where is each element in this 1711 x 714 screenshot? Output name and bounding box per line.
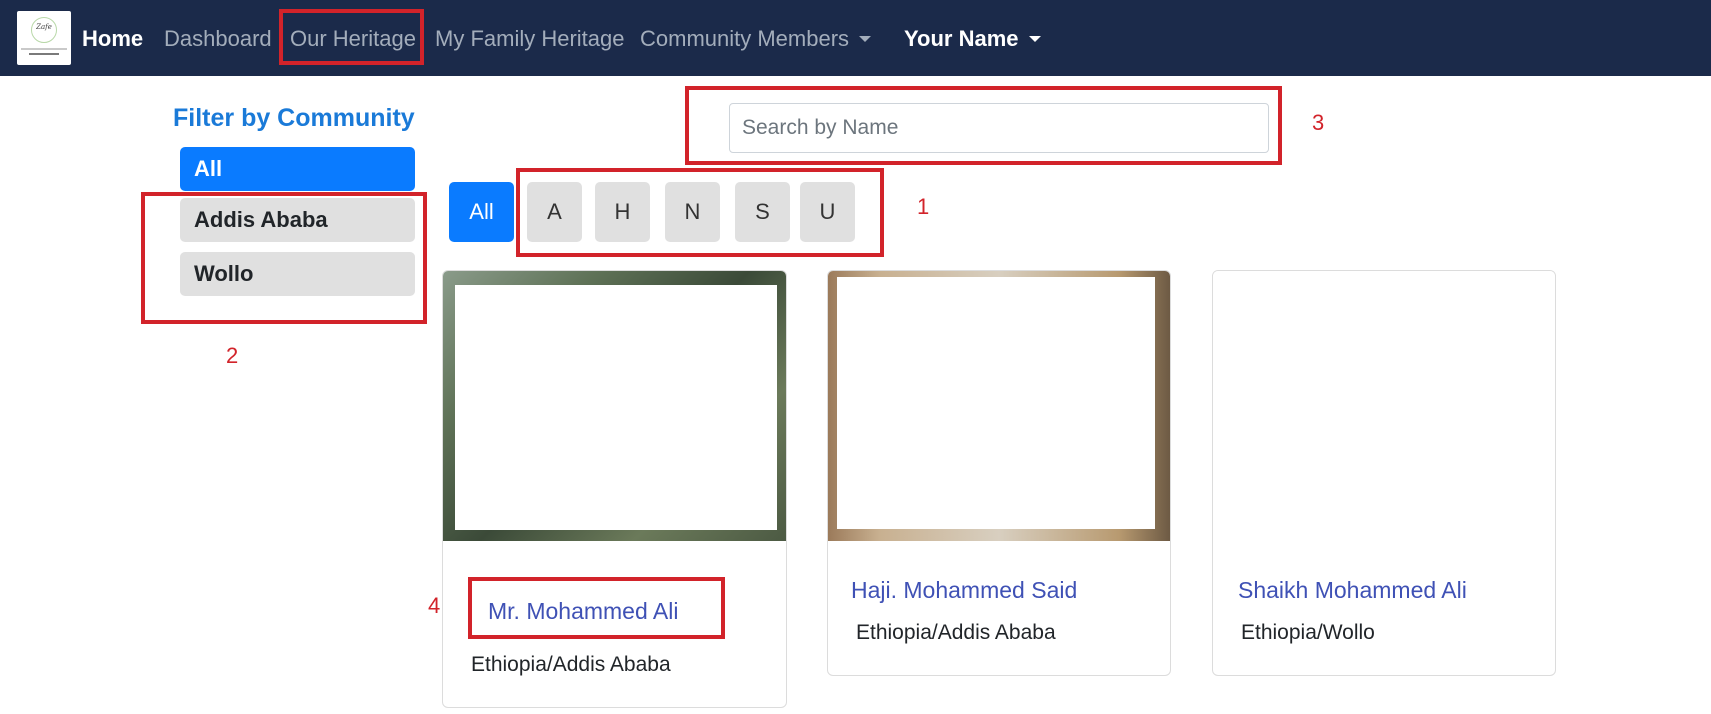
member-card-location: Ethiopia/Wollo [1241,621,1375,644]
nav-user-label: Your Name [904,26,1019,51]
letter-filter-u[interactable]: U [800,182,855,242]
nav-my-family-heritage[interactable]: My Family Heritage [435,24,624,54]
chevron-down-icon [859,36,872,42]
member-card: Shaikh Mohammed Ali Ethiopia/Wollo [1212,270,1556,676]
chevron-down-icon [1028,36,1041,42]
member-card-image [828,271,1170,541]
annotation-number-3: 3 [1312,110,1325,135]
member-card-name[interactable]: Mr. Mohammed Ali [488,598,678,625]
nav-community-members-dropdown[interactable]: Community Members [640,24,872,54]
logo-line [21,48,67,50]
annotation-number-1: 1 [917,194,930,219]
nav-user-dropdown[interactable]: Your Name [904,24,1041,54]
image-placeholder [837,277,1155,529]
site-logo[interactable]: Zafe [17,11,71,65]
nav-community-members-label: Community Members [640,26,850,51]
letter-filter-n[interactable]: N [665,182,720,242]
top-navbar: Zafe Home Dashboard Our Heritage My Fami… [0,0,1711,76]
community-filter-all[interactable]: All [180,147,415,191]
member-card-name[interactable]: Haji. Mohammed Said [851,577,1077,604]
letter-filter-h[interactable]: H [595,182,650,242]
member-card-name[interactable]: Shaikh Mohammed Ali [1238,577,1467,604]
nav-home[interactable]: Home [82,24,143,54]
community-filter-wollo[interactable]: Wollo [180,252,415,296]
letter-filter-a[interactable]: A [527,182,582,242]
image-placeholder [455,285,777,530]
sidebar-title: Filter by Community [173,104,415,132]
member-card-image [1213,271,1555,541]
nav-our-heritage[interactable]: Our Heritage [290,24,416,54]
member-card: Mr. Mohammed Ali Ethiopia/Addis Ababa [442,270,787,708]
annotation-number-2: 2 [226,343,239,368]
community-filter-addis-ababa[interactable]: Addis Ababa [180,198,415,242]
logo-line [29,53,59,55]
search-input[interactable] [729,103,1269,153]
logo-text: Zafe [36,23,52,31]
member-card-location: Ethiopia/Addis Ababa [471,653,671,676]
member-card-location: Ethiopia/Addis Ababa [856,621,1056,644]
letter-filter-all[interactable]: All [449,182,514,242]
letter-filter-s[interactable]: S [735,182,790,242]
member-card: Haji. Mohammed Said Ethiopia/Addis Ababa [827,270,1171,676]
nav-dashboard[interactable]: Dashboard [164,24,272,54]
annotation-number-4: 4 [428,593,441,618]
member-card-image [443,271,786,541]
